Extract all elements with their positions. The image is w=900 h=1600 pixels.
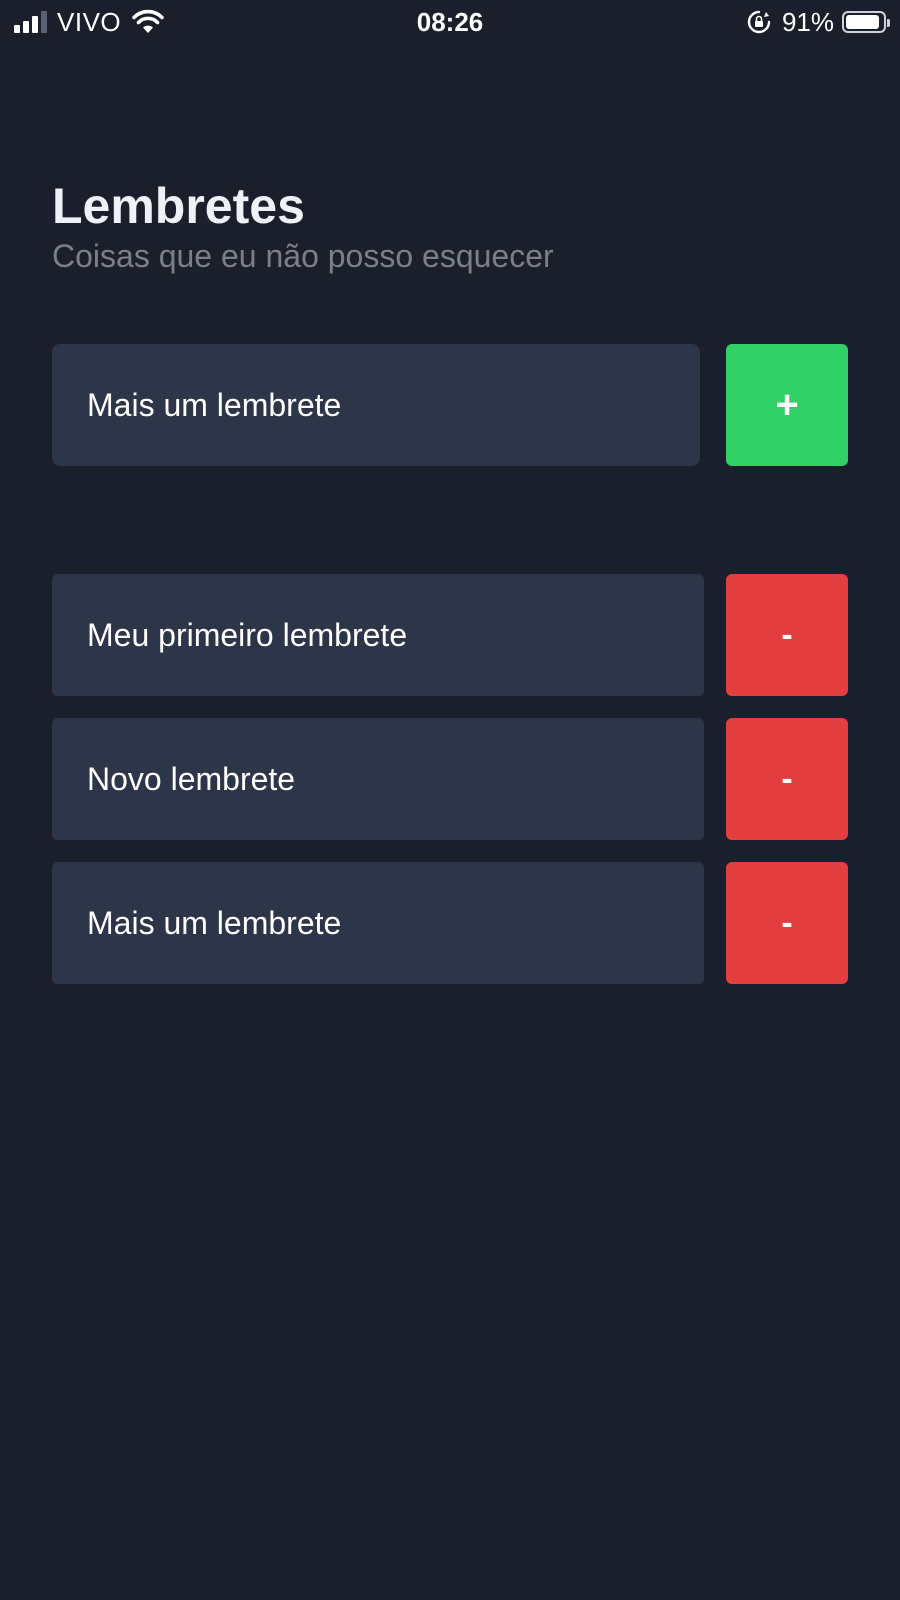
reminder-item: Mais um lembrete - — [52, 862, 848, 984]
reminder-item: Meu primeiro lembrete - — [52, 574, 848, 696]
add-reminder-button[interactable]: + — [726, 344, 848, 466]
battery-icon — [842, 11, 890, 33]
reminder-item: Novo lembrete - — [52, 718, 848, 840]
remove-reminder-button[interactable]: - — [726, 574, 848, 696]
reminder-text: Mais um lembrete — [52, 862, 704, 984]
reminder-text: Meu primeiro lembrete — [52, 574, 704, 696]
reminder-list: Meu primeiro lembrete - Novo lembrete - Mais… — [52, 574, 848, 1006]
status-right: 91% — [746, 6, 890, 38]
page-title: Lembretes — [52, 178, 305, 234]
remove-reminder-button[interactable]: - — [726, 718, 848, 840]
battery-percent: 91% — [781, 6, 834, 37]
reminder-text: Novo lembrete — [52, 718, 704, 840]
battery-fill — [846, 15, 879, 29]
page-subtitle: Coisas que eu não posso esquecer — [52, 238, 554, 274]
app-screen: VIVO 08:26 91% Lembretes Coisas que eu n… — [0, 0, 900, 1600]
remove-reminder-button[interactable]: - — [726, 862, 848, 984]
rotation-lock-icon — [747, 10, 771, 34]
status-bar: VIVO 08:26 91% — [0, 0, 900, 46]
new-reminder-input[interactable] — [52, 344, 700, 466]
